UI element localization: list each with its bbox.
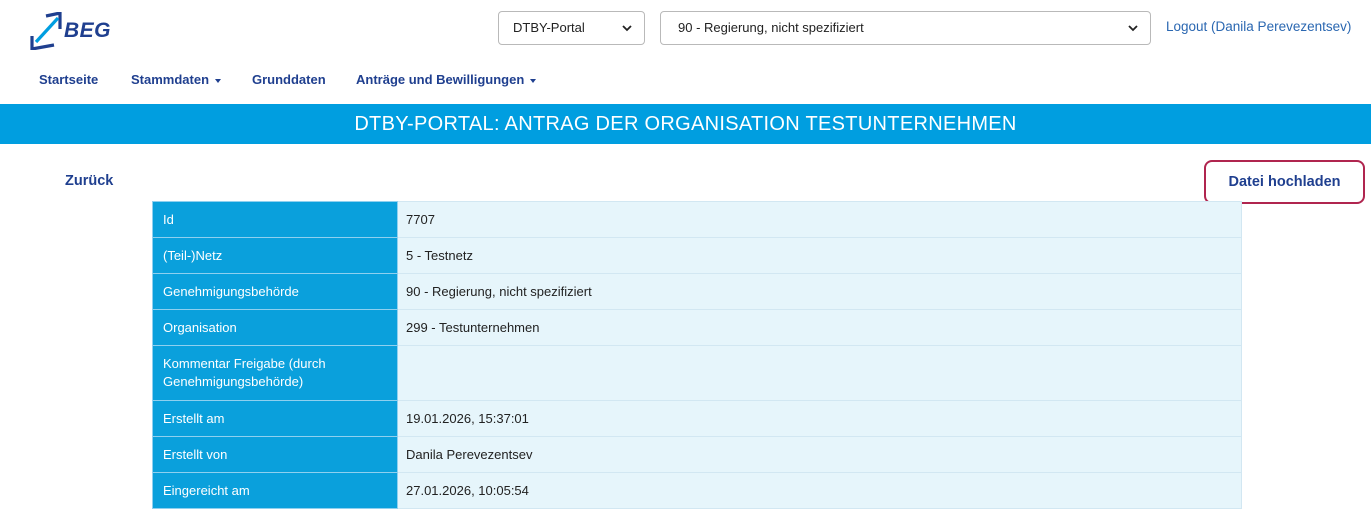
row-value: Danila Perevezentsev	[397, 436, 1242, 473]
row-label: Genehmigungsbehörde	[152, 273, 398, 310]
beg-logo-mark-icon	[30, 12, 62, 50]
row-label: (Teil-)Netz	[152, 237, 398, 274]
row-value: 19.01.2026, 15:37:01	[397, 400, 1242, 437]
nav-item-label: Stammdaten	[131, 72, 210, 87]
row-value	[397, 345, 1242, 401]
logo-text: BEG	[64, 19, 112, 42]
authority-select[interactable]: 90 - Regierung, nicht spezifiziert	[660, 11, 1151, 45]
caret-down-icon	[530, 78, 537, 83]
table-row: Erstellt von Danila Perevezentsev	[152, 436, 1242, 473]
chevron-down-icon	[1128, 25, 1138, 32]
row-label: Eingereicht am	[152, 472, 398, 509]
row-label: Kommentar Freigabe (durch Genehmigungsbe…	[152, 345, 398, 401]
row-value: 299 - Testunternehmen	[397, 309, 1242, 346]
row-label: Organisation	[152, 309, 398, 346]
nav-item-label: Startseite	[39, 72, 99, 87]
table-row: Organisation 299 - Testunternehmen	[152, 309, 1242, 346]
portal-select[interactable]: DTBY-Portal	[498, 11, 645, 45]
main-nav: Startseite Stammdaten Grunddaten Anträge…	[0, 72, 1371, 94]
top-bar: BEG DTBY-Portal 90 - Regierung, nicht sp…	[0, 0, 1371, 62]
chevron-down-icon	[622, 25, 632, 32]
nav-item-label: Grunddaten	[252, 72, 326, 87]
table-row: Genehmigungsbehörde 90 - Regierung, nich…	[152, 273, 1242, 310]
back-link[interactable]: Zurück	[65, 173, 113, 189]
table-row: (Teil-)Netz 5 - Testnetz	[152, 237, 1242, 274]
table-row: Eingereicht am 27.01.2026, 10:05:54	[152, 472, 1242, 509]
logout-link[interactable]: Logout (Danila Perevezentsev)	[1166, 19, 1351, 34]
row-value: 5 - Testnetz	[397, 237, 1242, 274]
row-label: Erstellt von	[152, 436, 398, 473]
details-table: Id 7707 (Teil-)Netz 5 - Testnetz Genehmi…	[152, 201, 1242, 509]
caret-down-icon	[215, 78, 222, 83]
page-title: DTBY-PORTAL: ANTRAG DER ORGANISATION TES…	[0, 104, 1371, 144]
row-value: 90 - Regierung, nicht spezifiziert	[397, 273, 1242, 310]
table-row: Kommentar Freigabe (durch Genehmigungsbe…	[152, 345, 1242, 401]
nav-item-startseite[interactable]: Startseite	[39, 72, 98, 87]
row-value: 27.01.2026, 10:05:54	[397, 472, 1242, 509]
row-label: Id	[152, 201, 398, 238]
nav-item-stammdaten[interactable]: Stammdaten	[131, 72, 222, 87]
upload-file-button[interactable]: Datei hochladen	[1204, 160, 1365, 204]
table-row: Erstellt am 19.01.2026, 15:37:01	[152, 400, 1242, 437]
nav-item-antraege[interactable]: Anträge und Bewilligungen	[356, 72, 537, 87]
table-row: Id 7707	[152, 201, 1242, 238]
logo[interactable]: BEG	[30, 12, 120, 52]
row-value: 7707	[397, 201, 1242, 238]
row-label: Erstellt am	[152, 400, 398, 437]
nav-item-label: Anträge und Bewilligungen	[356, 72, 525, 87]
nav-item-grunddaten[interactable]: Grunddaten	[252, 72, 326, 87]
authority-select-value: 90 - Regierung, nicht spezifiziert	[678, 20, 864, 35]
portal-select-value: DTBY-Portal	[513, 20, 585, 35]
